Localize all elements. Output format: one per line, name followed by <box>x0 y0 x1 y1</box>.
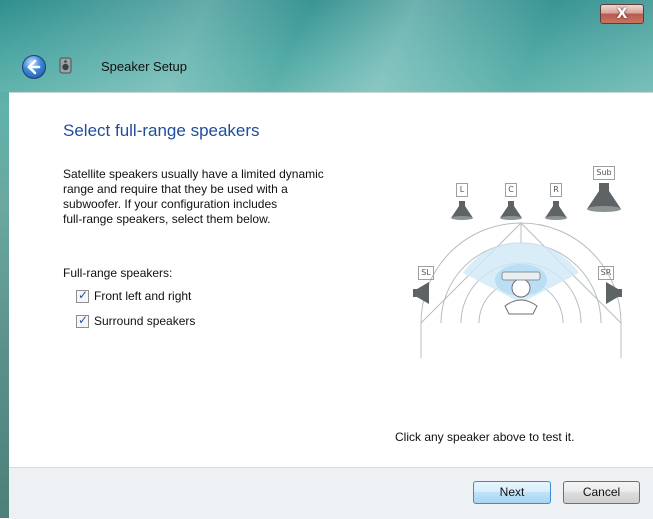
content-area: Select full-range speakers Satellite spe… <box>9 92 653 468</box>
footer-bar: Next Cancel <box>9 467 653 519</box>
front-left-speaker-icon[interactable] <box>449 200 475 220</box>
page-description: Satellite speakers usually have a limite… <box>63 167 324 226</box>
checkbox-surround-label: Surround speakers <box>94 314 196 328</box>
speaker-label-sl: SL <box>418 266 434 280</box>
checkbox-surround[interactable] <box>76 313 89 328</box>
back-arrow-icon <box>27 59 41 75</box>
speaker-label-sr: SR <box>598 266 614 280</box>
speaker-label-sub: Sub <box>593 166 615 180</box>
speaker-diagram: L C R Sub SL SR <box>401 148 641 368</box>
window-title: Speaker Setup <box>101 59 188 74</box>
speaker-label-r: R <box>550 183 562 197</box>
cancel-button[interactable]: Cancel <box>563 481 640 504</box>
speaker-label-l: L <box>456 183 468 197</box>
page-heading: Select full-range speakers <box>63 121 260 140</box>
close-button[interactable]: X <box>600 4 644 24</box>
surround-speakers-checkbox[interactable]: Surround speakers <box>76 313 196 328</box>
center-speaker-icon[interactable] <box>498 200 524 220</box>
test-hint: Click any speaker above to test it. <box>395 430 575 444</box>
next-button[interactable]: Next <box>473 481 551 504</box>
surround-right-speaker-icon[interactable] <box>604 280 624 306</box>
surround-left-speaker-icon[interactable] <box>411 280 431 306</box>
speaker-setup-icon <box>58 57 74 75</box>
close-icon: X <box>616 6 628 22</box>
front-right-speaker-icon[interactable] <box>543 200 569 220</box>
subwoofer-icon[interactable] <box>585 182 623 212</box>
front-left-right-checkbox[interactable]: Front left and right <box>76 288 192 303</box>
speaker-label-c: C <box>505 183 517 197</box>
fullrange-label: Full-range speakers: <box>63 266 173 280</box>
back-button[interactable] <box>22 55 46 79</box>
checkbox-front[interactable] <box>76 288 89 303</box>
checkbox-front-label: Front left and right <box>94 289 192 303</box>
